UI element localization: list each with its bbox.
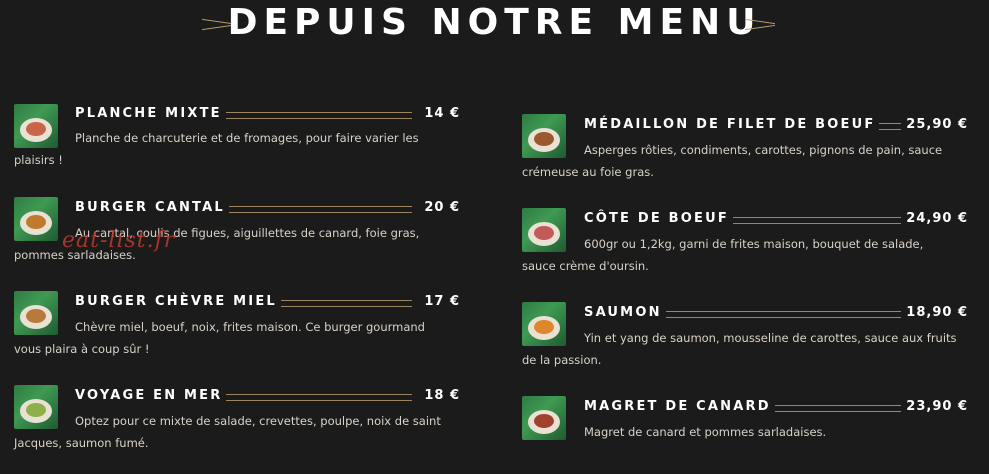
dish-price: 24,90 €	[906, 211, 968, 226]
rule-line	[258, 300, 412, 307]
dish-price: 18 €	[424, 388, 460, 403]
dish-description: Chèvre miel, boeuf, noix, frites maison.…	[14, 320, 425, 356]
rule-line	[212, 206, 412, 213]
dish-name: MAGRET DE CANARD	[584, 399, 775, 414]
dish-name: BURGER CHÈVRE MIEL	[75, 294, 281, 309]
dish-description: 600gr ou 1,2kg, garni de frites maison, …	[522, 237, 924, 273]
dish-description: Yin et yang de saumon, mousseline de car…	[522, 331, 957, 367]
dish-name: VOYAGE EN MER	[75, 388, 227, 403]
dish-name: SAUMON	[584, 305, 666, 320]
watermark: eat-list.fr	[62, 228, 176, 253]
dish-description: Optez pour ce mixte de salade, crevettes…	[14, 414, 441, 450]
dish-price: 18,90 €	[906, 305, 968, 320]
rule-line	[216, 394, 412, 401]
title-ornament-right	[745, 24, 775, 26]
dish-price: 23,90 €	[906, 399, 968, 414]
dish-description: Magret de canard et pommes sarladaises.	[584, 425, 827, 439]
dish-name: BURGER CANTAL	[75, 200, 229, 215]
dish-name: CÔTE DE BOEUF	[584, 211, 733, 226]
page-title: DEPUIS NOTRE MENU	[227, 2, 762, 43]
dish-name: PLANCHE MIXTE	[75, 106, 226, 121]
dish-price: 25,90 €	[906, 117, 968, 132]
dish-description: Asperges rôties, condiments, carottes, p…	[522, 143, 943, 179]
rule-line	[756, 405, 901, 412]
dish-price: 14 €	[424, 106, 460, 121]
dish-price: 17 €	[424, 294, 460, 309]
dish-price: 20 €	[424, 200, 460, 215]
rule-line	[660, 311, 901, 318]
rule-line	[206, 112, 412, 119]
dish-description: Planche de charcuterie et de fromages, p…	[14, 131, 419, 167]
rule-line	[722, 217, 901, 224]
dish-name: MÉDAILLON DE FILET DE BOEUF	[584, 117, 880, 132]
